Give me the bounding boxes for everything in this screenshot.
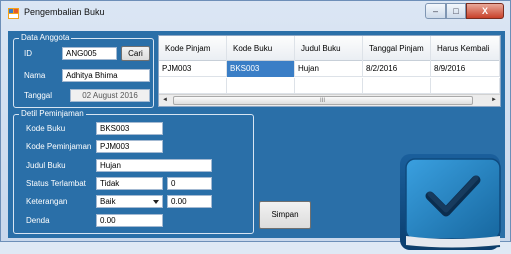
column-header[interactable]: Tanggal Pinjam bbox=[363, 36, 431, 61]
cari-button[interactable]: Cari bbox=[121, 46, 150, 61]
window-title: Pengembalian Buku bbox=[24, 7, 105, 17]
checkmark-book-icon bbox=[400, 154, 501, 250]
window: Pengembalian Buku – □ X Data Anggota ID … bbox=[0, 0, 511, 250]
table-cell[interactable] bbox=[363, 78, 431, 94]
kode-buku-input[interactable]: BKS003 bbox=[96, 122, 163, 135]
judul-buku-label: Judul Buku bbox=[26, 161, 66, 170]
scroll-grip: III bbox=[320, 98, 326, 104]
grid-header: Kode Pinjam Kode Buku Judul Buku Tanggal… bbox=[159, 36, 500, 61]
tanggal-label: Tanggal bbox=[24, 91, 53, 100]
status-terlambat-label: Status Terlambat bbox=[26, 179, 86, 188]
table-cell[interactable]: 8/2/2016 bbox=[363, 61, 431, 77]
nama-label: Nama bbox=[24, 71, 46, 80]
keterangan-value: Baik bbox=[100, 197, 116, 206]
data-anggota-group: Data Anggota ID ANG005 Cari Nama Adhitya… bbox=[13, 33, 154, 108]
table-row[interactable]: PJM003 BKS003 Hujan 8/2/2016 8/9/2016 bbox=[159, 61, 500, 77]
tanggal-input[interactable]: 02 August 2016 bbox=[70, 89, 150, 102]
kode-buku-label: Kode Buku bbox=[26, 124, 66, 133]
table-cell[interactable] bbox=[431, 78, 500, 94]
hari-terlambat-input[interactable]: 0 bbox=[167, 177, 212, 190]
table-cell[interactable]: BKS003 bbox=[227, 61, 295, 77]
simpan-button[interactable]: Simpan bbox=[259, 201, 311, 229]
table-cell[interactable]: 8/9/2016 bbox=[431, 61, 500, 77]
column-header[interactable]: Harus Kembali bbox=[431, 36, 500, 61]
kode-peminjaman-label: Kode Peminjaman bbox=[26, 142, 92, 151]
window-controls: – □ X bbox=[425, 3, 504, 20]
table-cell[interactable] bbox=[295, 78, 363, 94]
column-header[interactable]: Judul Buku bbox=[295, 36, 363, 61]
column-header[interactable]: Kode Pinjam bbox=[159, 36, 227, 61]
chevron-down-icon bbox=[153, 200, 159, 204]
horizontal-scrollbar[interactable]: ◄ III ► bbox=[159, 94, 500, 106]
keterangan-select[interactable]: Baik bbox=[96, 195, 163, 208]
table-cell[interactable] bbox=[227, 78, 295, 94]
data-anggota-title: Data Anggota bbox=[19, 33, 72, 43]
close-button[interactable]: X bbox=[466, 3, 504, 19]
denda-label: Denda bbox=[26, 216, 50, 225]
title-bar: Pengembalian Buku – □ X bbox=[1, 1, 510, 25]
status-terlambat-input[interactable]: Tidak bbox=[96, 177, 163, 190]
detil-peminjaman-title: Detil Peminjaman bbox=[19, 109, 86, 119]
minimize-button[interactable]: – bbox=[425, 3, 446, 19]
scroll-left-icon[interactable]: ◄ bbox=[159, 95, 171, 106]
id-label: ID bbox=[24, 49, 32, 58]
keterangan-amount-input[interactable]: 0.00 bbox=[167, 195, 212, 208]
nama-input[interactable]: Adhitya Bhima bbox=[62, 69, 150, 82]
scroll-right-icon[interactable]: ► bbox=[488, 95, 500, 106]
keterangan-label: Keterangan bbox=[26, 197, 68, 206]
peminjaman-grid[interactable]: Kode Pinjam Kode Buku Judul Buku Tanggal… bbox=[158, 35, 501, 107]
scrollbar-thumb[interactable]: III bbox=[173, 96, 473, 105]
column-header[interactable]: Kode Buku bbox=[227, 36, 295, 61]
detil-peminjaman-group: Detil Peminjaman Kode Buku BKS003 Kode P… bbox=[13, 109, 254, 234]
kode-peminjaman-input[interactable]: PJM003 bbox=[96, 140, 163, 153]
table-cell[interactable] bbox=[159, 78, 227, 94]
maximize-button[interactable]: □ bbox=[446, 3, 466, 19]
table-cell[interactable]: PJM003 bbox=[159, 61, 227, 77]
table-row-empty[interactable] bbox=[159, 78, 500, 94]
table-cell[interactable]: Hujan bbox=[295, 61, 363, 77]
judul-buku-input[interactable]: Hujan bbox=[96, 159, 212, 172]
app-icon bbox=[8, 8, 19, 19]
denda-input[interactable]: 0.00 bbox=[96, 214, 163, 227]
id-input[interactable]: ANG005 bbox=[62, 47, 117, 60]
